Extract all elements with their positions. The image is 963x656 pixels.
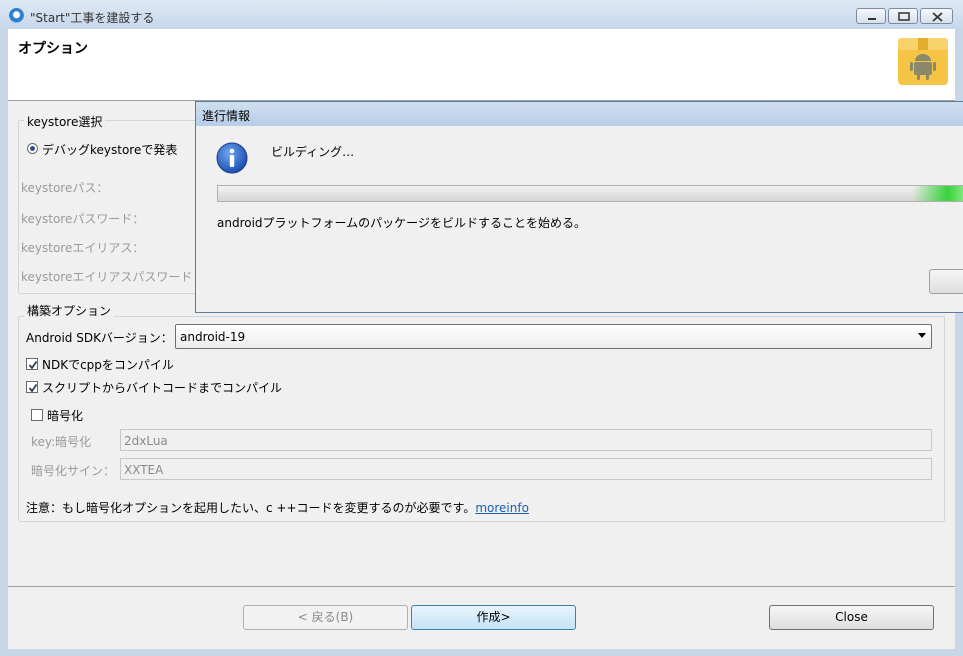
progress-dialog-button[interactable] — [929, 269, 963, 294]
minimize-button[interactable] — [856, 8, 886, 24]
ndk-checkbox[interactable] — [26, 358, 38, 370]
back-button[interactable]: < 戻る(B) — [243, 605, 408, 630]
create-button[interactable]: 作成> — [411, 605, 576, 630]
header-panel — [8, 29, 955, 101]
encrypt-key-label: key:暗号化 — [31, 435, 92, 449]
encryption-note-text: 注意：もし暗号化オプションを起用したい、c ++コードを変更するのが必要です。 — [26, 501, 476, 515]
progress-message: ビルディング… — [271, 145, 355, 159]
progress-dialog-titlebar[interactable] — [196, 102, 963, 126]
close-icon — [932, 12, 943, 22]
android-package-icon — [898, 38, 948, 85]
minimize-icon — [868, 18, 876, 20]
chevron-down-icon[interactable] — [918, 333, 926, 338]
info-icon — [216, 142, 248, 174]
debug-keystore-label[interactable]: デバッグkeystoreで発表 — [42, 141, 177, 158]
checkmark-icon — [28, 360, 38, 370]
encryption-note: 注意：もし暗号化オプションを起用したい、c ++コードを変更するのが必要です。m… — [26, 499, 529, 516]
checkmark-icon — [28, 383, 38, 393]
page-title: オプション — [18, 41, 88, 57]
ndk-checkbox-label[interactable]: NDKでcppをコンパイル — [42, 356, 174, 373]
build-options-legend: 構築オプション — [24, 302, 115, 319]
close-button[interactable]: Close — [769, 605, 934, 630]
moreinfo-link[interactable]: moreinfo — [475, 501, 529, 515]
progress-dialog — [195, 101, 963, 313]
progress-bar — [217, 185, 963, 202]
keystore-alias-label: keystoreエイリアス： — [21, 241, 145, 255]
encrypt-sign-label: 暗号化サイン： — [31, 464, 116, 478]
keystore-alias-password-label: keystoreエイリアスパスワード — [21, 270, 193, 284]
debug-keystore-radio[interactable] — [27, 143, 38, 154]
maximize-button[interactable] — [888, 8, 918, 24]
progress-dialog-title: 進行情報 — [202, 109, 251, 123]
progress-status-text: androidプラットフォームのパッケージをビルドすることを始める。 — [217, 216, 586, 230]
sdk-version-label: Android SDKバージョン： — [26, 331, 173, 345]
script-checkbox-label[interactable]: スクリプトからバイトコードまでコンパイル — [42, 379, 282, 396]
script-checkbox[interactable] — [26, 381, 38, 393]
keystore-password-label: keystoreパスワード： — [21, 212, 145, 226]
encrypt-sign-input[interactable]: XXTEA — [120, 458, 932, 480]
encrypt-checkbox-label[interactable]: 暗号化 — [47, 407, 83, 424]
encrypt-key-input[interactable]: 2dxLua — [120, 429, 932, 451]
maximize-icon — [898, 12, 910, 21]
window-title: "Start"工事を建設する — [30, 11, 155, 25]
keystore-legend: keystore選択 — [24, 113, 106, 130]
encrypt-checkbox[interactable] — [31, 409, 43, 421]
sdk-version-select[interactable]: android-19 — [175, 324, 932, 349]
keystore-path-label: keystoreパス： — [21, 181, 109, 195]
footer-divider — [8, 586, 955, 587]
progress-bar-indicator — [912, 186, 963, 201]
close-window-button[interactable] — [920, 8, 953, 24]
sdk-version-value: android-19 — [180, 330, 246, 344]
app-icon — [9, 8, 24, 23]
